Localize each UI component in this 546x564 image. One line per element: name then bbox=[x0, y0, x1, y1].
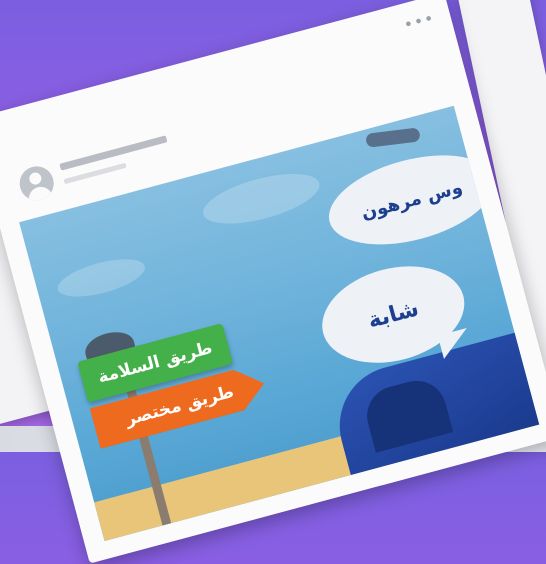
post-card[interactable]: ••• طريق السلامة طريق مختصر وس مرهون شاب… bbox=[0, 0, 546, 564]
user-avatar-icon[interactable] bbox=[15, 162, 58, 205]
speech-bubble-top: وس مرهون bbox=[319, 139, 505, 261]
cloud bbox=[198, 163, 325, 234]
avatar-body bbox=[26, 184, 54, 205]
avatar-head bbox=[28, 171, 43, 186]
cloud bbox=[53, 251, 149, 305]
airplane-icon bbox=[365, 127, 421, 148]
more-horizontal-icon[interactable]: ••• bbox=[402, 8, 437, 34]
